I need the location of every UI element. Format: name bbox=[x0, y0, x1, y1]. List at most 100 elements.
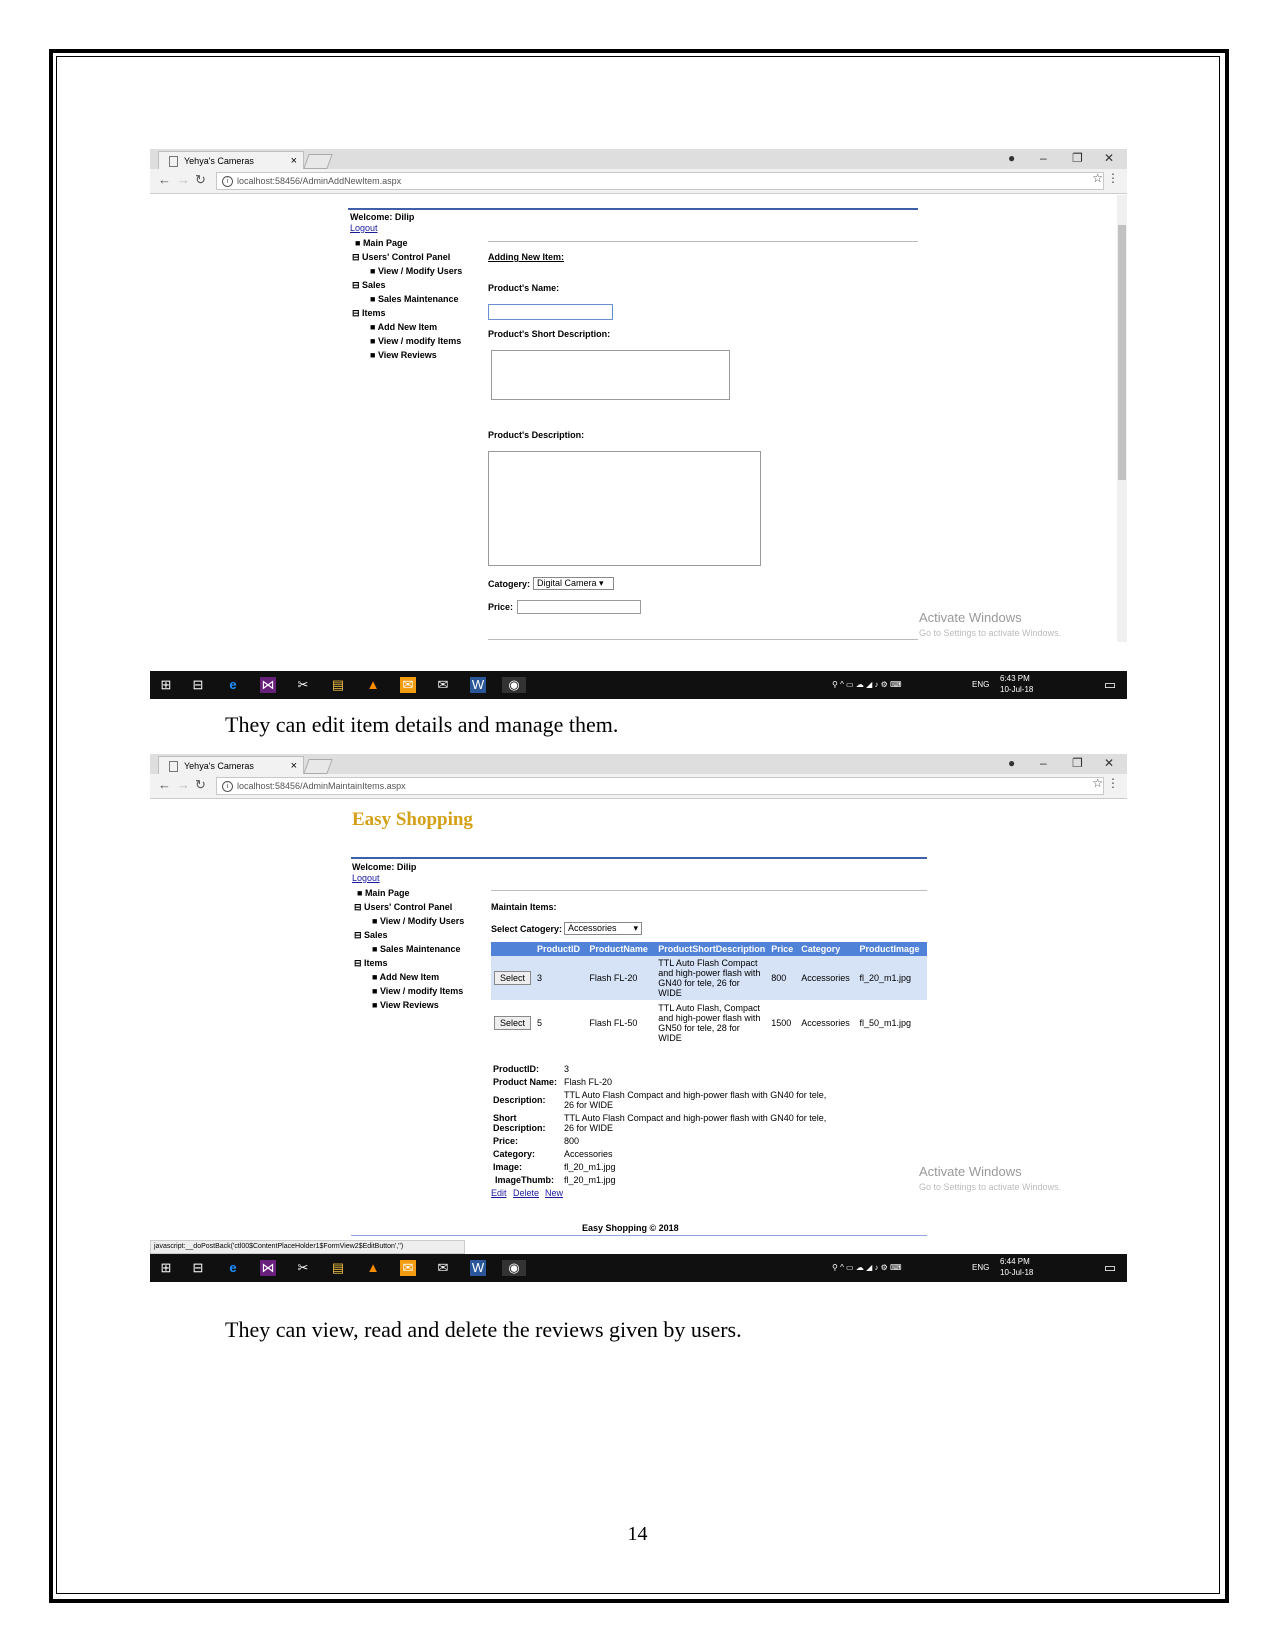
word-icon[interactable]: W bbox=[470, 677, 486, 693]
grid-header[interactable]: ProductImage bbox=[856, 942, 927, 956]
tray-date[interactable]: 10-Jul-18 bbox=[1000, 685, 1033, 695]
edit-link[interactable]: Edit bbox=[491, 1188, 507, 1198]
close-tab-icon[interactable]: × bbox=[291, 152, 297, 170]
menu-sales-maintenance[interactable]: ■ Sales Maintenance bbox=[372, 944, 460, 954]
new-link[interactable]: New bbox=[545, 1188, 563, 1198]
url-input[interactable]: i localhost:58456/AdminMaintainItems.aspx bbox=[216, 777, 1104, 795]
profile-icon[interactable]: ● bbox=[1008, 756, 1015, 770]
menu-sales-maintenance[interactable]: ■ Sales Maintenance bbox=[370, 294, 458, 304]
vertical-scrollbar[interactable] bbox=[1117, 195, 1127, 642]
menu-main-page[interactable]: ■ Main Page bbox=[357, 888, 409, 898]
language-indicator[interactable]: ENG bbox=[972, 680, 989, 690]
browser-tab[interactable]: Yehya's Cameras × bbox=[158, 151, 304, 170]
vlc-icon[interactable]: ▲ bbox=[365, 677, 381, 693]
menu-add-new-item[interactable]: ■ Add New Item bbox=[372, 972, 439, 982]
menu-add-new-item[interactable]: ■ Add New Item bbox=[370, 322, 437, 332]
grid-header[interactable]: Price bbox=[768, 942, 799, 956]
bookmark-star-icon[interactable]: ☆ bbox=[1092, 776, 1103, 790]
select-button[interactable]: Select bbox=[494, 971, 532, 985]
app-icon[interactable]: ✉ bbox=[400, 677, 416, 693]
profile-icon[interactable]: ● bbox=[1008, 151, 1015, 165]
menu-view-reviews[interactable]: ■ View Reviews bbox=[372, 1000, 439, 1010]
grid-header[interactable]: Category bbox=[798, 942, 857, 956]
windows-start-icon[interactable]: ⊞ bbox=[158, 1260, 174, 1276]
minimize-icon[interactable]: – bbox=[1040, 756, 1047, 770]
short-description-textarea[interactable] bbox=[491, 350, 730, 400]
tray-date[interactable]: 10-Jul-18 bbox=[1000, 1268, 1033, 1278]
menu-main-page[interactable]: ■ Main Page bbox=[355, 238, 407, 248]
grid-header[interactable]: ProductID bbox=[534, 942, 587, 956]
notification-icon[interactable]: ▭ bbox=[1102, 677, 1118, 693]
close-window-icon[interactable]: ✕ bbox=[1104, 756, 1114, 770]
grid-header[interactable]: ProductName bbox=[586, 942, 656, 956]
visual-studio-icon[interactable]: ⋈ bbox=[260, 677, 276, 693]
delete-link[interactable]: Delete bbox=[513, 1188, 539, 1198]
restore-icon[interactable]: ❐ bbox=[1072, 151, 1083, 165]
category-select[interactable]: Digital Camera ▾ bbox=[533, 577, 614, 590]
category-select[interactable]: Accessories ▾ bbox=[564, 922, 642, 935]
browser-tab[interactable]: Yehya's Cameras × bbox=[158, 756, 304, 775]
bookmark-star-icon[interactable]: ☆ bbox=[1092, 171, 1103, 185]
new-tab-button[interactable] bbox=[303, 154, 333, 169]
new-tab-button[interactable] bbox=[303, 759, 333, 774]
menu-view-modify-items[interactable]: ■ View / modify Items bbox=[370, 336, 461, 346]
close-window-icon[interactable]: ✕ bbox=[1104, 151, 1114, 165]
restore-icon[interactable]: ❐ bbox=[1072, 756, 1083, 770]
back-icon[interactable]: ← bbox=[158, 777, 171, 792]
select-button[interactable]: Select bbox=[494, 1016, 532, 1030]
file-explorer-icon[interactable]: ▤ bbox=[330, 677, 346, 693]
app-icon[interactable]: ✉ bbox=[400, 1260, 416, 1276]
menu-items[interactable]: ⊟ Items bbox=[352, 308, 386, 319]
menu-view-modify-items[interactable]: ■ View / modify Items bbox=[372, 986, 463, 996]
task-view-icon[interactable]: ⊟ bbox=[190, 1260, 206, 1276]
notification-icon[interactable]: ▭ bbox=[1102, 1260, 1118, 1276]
task-view-icon[interactable]: ⊟ bbox=[190, 677, 206, 693]
visual-studio-icon[interactable]: ⋈ bbox=[260, 1260, 276, 1276]
price-input[interactable] bbox=[517, 600, 641, 614]
reload-icon[interactable]: ↻ bbox=[195, 777, 206, 793]
menu-items[interactable]: ⊟ Items bbox=[354, 958, 388, 969]
tray-time[interactable]: 6:44 PM bbox=[1000, 1257, 1030, 1267]
minimize-icon[interactable]: – bbox=[1040, 151, 1047, 165]
chrome-icon[interactable]: ◉ bbox=[502, 1260, 526, 1276]
windows-start-icon[interactable]: ⊞ bbox=[158, 677, 174, 693]
language-indicator[interactable]: ENG bbox=[972, 1263, 989, 1273]
menu-view-modify-users[interactable]: ■ View / Modify Users bbox=[372, 916, 464, 926]
url-input[interactable]: i localhost:58456/AdminAddNewItem.aspx bbox=[216, 172, 1104, 190]
logout-link[interactable]: Logout bbox=[352, 873, 380, 883]
forward-icon[interactable]: → bbox=[177, 777, 190, 792]
table-row: Select 5 Flash FL-50 TTL Auto Flash, Com… bbox=[491, 1000, 927, 1046]
edge-icon[interactable]: e bbox=[225, 1260, 241, 1276]
tools-icon[interactable]: ✂ bbox=[295, 677, 311, 693]
scrollbar-thumb[interactable] bbox=[1118, 225, 1126, 480]
logout-link[interactable]: Logout bbox=[350, 223, 378, 233]
reload-icon[interactable]: ↻ bbox=[195, 172, 206, 188]
menu-view-modify-users[interactable]: ■ View / Modify Users bbox=[370, 266, 462, 276]
back-icon[interactable]: ← bbox=[158, 172, 171, 187]
menu-sales[interactable]: ⊟ Sales bbox=[354, 930, 388, 941]
description-textarea[interactable] bbox=[488, 451, 761, 566]
grid-header[interactable]: ProductShortDescription bbox=[655, 942, 769, 956]
close-tab-icon[interactable]: × bbox=[291, 757, 297, 775]
menu-sales[interactable]: ⊟ Sales bbox=[352, 280, 386, 291]
file-explorer-icon[interactable]: ▤ bbox=[330, 1260, 346, 1276]
mail-icon[interactable]: ✉ bbox=[435, 1260, 451, 1276]
edge-icon[interactable]: e bbox=[225, 677, 241, 693]
tools-icon[interactable]: ✂ bbox=[295, 1260, 311, 1276]
menu-view-reviews[interactable]: ■ View Reviews bbox=[370, 350, 437, 360]
tray-icons[interactable]: ⚲ ^ ▭ ☁ ◢ ♪ ⚙ ⌨ bbox=[832, 680, 902, 690]
info-icon[interactable]: i bbox=[222, 781, 233, 793]
menu-users-panel[interactable]: ⊟ Users' Control Panel bbox=[354, 902, 452, 913]
mail-icon[interactable]: ✉ bbox=[435, 677, 451, 693]
word-icon[interactable]: W bbox=[470, 1260, 486, 1276]
chrome-icon[interactable]: ◉ bbox=[502, 677, 526, 693]
forward-icon[interactable]: → bbox=[177, 172, 190, 187]
browser-menu-icon[interactable]: ⋮ bbox=[1107, 171, 1119, 185]
info-icon[interactable]: i bbox=[222, 176, 233, 188]
tray-icons[interactable]: ⚲ ^ ▭ ☁ ◢ ♪ ⚙ ⌨ bbox=[832, 1263, 902, 1273]
product-name-input[interactable] bbox=[488, 304, 613, 320]
tray-time[interactable]: 6:43 PM bbox=[1000, 674, 1030, 684]
browser-menu-icon[interactable]: ⋮ bbox=[1107, 776, 1119, 790]
vlc-icon[interactable]: ▲ bbox=[365, 1260, 381, 1276]
menu-users-panel[interactable]: ⊟ Users' Control Panel bbox=[352, 252, 450, 263]
